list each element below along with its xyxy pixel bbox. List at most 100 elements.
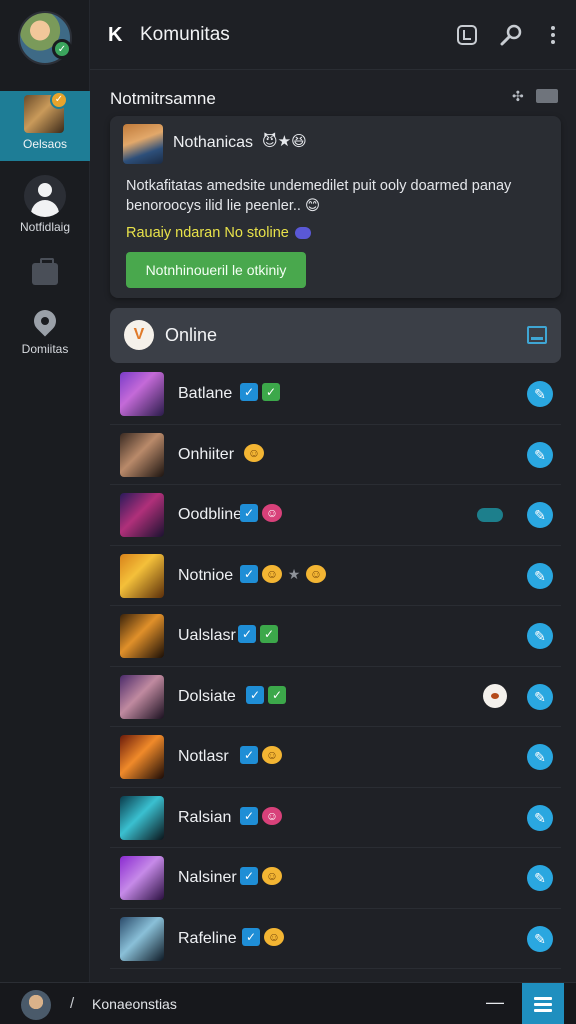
- edit-member-button[interactable]: ✎: [527, 683, 553, 710]
- member-name: Notlasr: [178, 748, 229, 765]
- sidebar-item-notifications[interactable]: Notfidlaig: [0, 175, 90, 234]
- edit-icon: [457, 25, 477, 45]
- member-badges: ✓ ☺: [240, 806, 282, 825]
- member-badges: ☺: [244, 443, 264, 462]
- more-options-button[interactable]: [540, 22, 566, 48]
- edit-member-button[interactable]: ✎: [527, 804, 553, 831]
- verified-icon: ✓: [240, 564, 258, 583]
- member-avatar: [120, 432, 164, 477]
- member-avatar: [120, 614, 164, 658]
- section-title: Notmitrsamne: [110, 89, 216, 108]
- list-item[interactable]: Oodbline ✓ ☺ ✎: [110, 485, 561, 546]
- location-pin-icon: [29, 305, 61, 337]
- top-header: K Komunitas: [90, 0, 576, 70]
- online-badge-icon: V: [124, 320, 154, 350]
- member-badges: ✓ ✓: [246, 685, 286, 704]
- member-avatar: [120, 372, 164, 416]
- member-name: Batlane: [178, 385, 233, 402]
- member-badges: ✓ ☺ ★ ☺: [240, 564, 326, 583]
- emoji-icon: ☺: [262, 504, 282, 522]
- emoji-icon: ☺: [262, 746, 282, 764]
- more-vertical-icon: [551, 26, 555, 44]
- edit-member-button[interactable]: ✎: [527, 865, 553, 891]
- list-item[interactable]: Rafeline ✓ ☺ ✎: [110, 909, 561, 969]
- list-item[interactable]: Nalsiner ✓ ☺ ✎: [110, 848, 561, 909]
- member-badges: ✓ ✓: [238, 625, 278, 643]
- emoji-icon: ☺: [262, 867, 282, 885]
- member-name: Dolsiate: [178, 687, 236, 705]
- list-item[interactable]: Ralsian ✓ ☺ ✎: [110, 788, 561, 848]
- menu-button[interactable]: [522, 983, 564, 1024]
- member-avatar: [120, 856, 164, 900]
- member-badges: ✓ ☺: [240, 746, 282, 764]
- footer-avatar[interactable]: [21, 990, 51, 1020]
- verified-icon: ✓: [240, 867, 258, 885]
- edit-button[interactable]: [454, 22, 480, 48]
- edit-member-button[interactable]: ✎: [527, 381, 553, 407]
- notice-body-text: Notkafitatas amedsite undemedilet puit o…: [126, 176, 546, 216]
- app-logo: K: [108, 24, 123, 46]
- status-pill: [477, 508, 503, 522]
- expand-icon[interactable]: ✣: [512, 89, 526, 103]
- edit-member-button[interactable]: ✎: [527, 562, 553, 589]
- keyboard-icon[interactable]: [536, 89, 558, 103]
- star-icon: ★: [287, 565, 301, 582]
- member-name: Nalsiner: [178, 869, 237, 886]
- bottom-bar: / Konaeonstias —: [0, 982, 576, 1024]
- edit-member-button[interactable]: ✎: [527, 744, 553, 770]
- sidebar-item-label: Notfidlaig: [19, 220, 71, 234]
- edit-member-button[interactable]: ✎: [527, 502, 553, 528]
- verified-icon: ✓: [240, 806, 258, 825]
- list-item[interactable]: Notnioe ✓ ☺ ★ ☺ ✎: [110, 546, 561, 606]
- app: ✓ ✓ Oelsaos Notfidlaig Domiitas K Komuni…: [0, 0, 576, 1024]
- sidebar: ✓ ✓ Oelsaos Notfidlaig Domiitas: [0, 0, 90, 982]
- notice-action-button[interactable]: Notnhinoueril le otkiniy: [126, 252, 306, 288]
- notice-author-name: Nothanicas: [173, 134, 254, 151]
- online-section-header[interactable]: V Online: [110, 308, 561, 363]
- purple-dot-icon: [294, 227, 311, 240]
- notice-avatar: [123, 124, 163, 164]
- emoji-icon: ☺: [244, 443, 264, 462]
- search-button[interactable]: [498, 22, 524, 48]
- list-item[interactable]: Dolsiate ✓ ✓ ✎: [110, 667, 561, 727]
- sidebar-item-communities[interactable]: Domiitas: [0, 305, 90, 356]
- sidebar-item-briefcase[interactable]: [0, 258, 90, 285]
- verified-icon: ✓: [246, 685, 264, 704]
- verified-icon: ✓: [238, 625, 256, 643]
- search-icon: [500, 24, 522, 46]
- edit-member-button[interactable]: ✎: [527, 441, 553, 468]
- member-name: Ralsian: [178, 808, 232, 826]
- verified-icon: ✓: [242, 927, 260, 946]
- check-badge-icon: ✓: [268, 685, 286, 704]
- breadcrumb[interactable]: Konaeonstias: [92, 996, 177, 1012]
- member-avatar: [120, 674, 164, 719]
- minimize-button[interactable]: —: [486, 992, 504, 1013]
- edit-member-button[interactable]: ✎: [527, 925, 553, 952]
- sidebar-item-label: Domiitas: [21, 342, 69, 356]
- verified-icon: ✓: [240, 383, 258, 401]
- emoji-icon: ☺: [306, 564, 326, 583]
- online-label: Online: [165, 325, 218, 345]
- reaction-icon: [483, 683, 507, 708]
- member-badges: ✓ ☺: [240, 504, 282, 522]
- list-item[interactable]: Onhiiter ☺ ✎: [110, 425, 561, 485]
- member-badges: ✓ ✓: [240, 383, 280, 401]
- notice-card: Nothanicas 😈★😆 Notkafitatas amedsite und…: [110, 116, 561, 298]
- sidebar-item-oelsaos[interactable]: ✓ Oelsaos: [0, 91, 90, 161]
- list-item[interactable]: Batlane ✓ ✓ ✎: [110, 364, 561, 425]
- list-item[interactable]: Ualslasr ✓ ✓ ✎: [110, 606, 561, 667]
- sidebar-item-label: Oelsaos: [22, 137, 68, 151]
- emoji-icon: ☺: [262, 564, 282, 583]
- list-item[interactable]: Notlasr ✓ ☺ ✎: [110, 727, 561, 788]
- emoji-icon: ☺: [262, 806, 282, 825]
- member-list: Batlane ✓ ✓ ✎ Onhiiter ☺ ✎ Oodbline ✓ ☺ …: [110, 364, 561, 969]
- section-tools: ✣: [512, 89, 558, 103]
- check-badge-icon: ✓: [262, 383, 280, 401]
- user-avatar[interactable]: ✓: [18, 11, 72, 65]
- member-avatar: [120, 916, 164, 961]
- member-name: Ualslasr: [178, 627, 236, 644]
- member-badges: ✓ ☺: [240, 867, 282, 885]
- edit-member-button[interactable]: ✎: [527, 623, 553, 649]
- member-avatar: [120, 553, 164, 598]
- window-icon[interactable]: [527, 326, 547, 344]
